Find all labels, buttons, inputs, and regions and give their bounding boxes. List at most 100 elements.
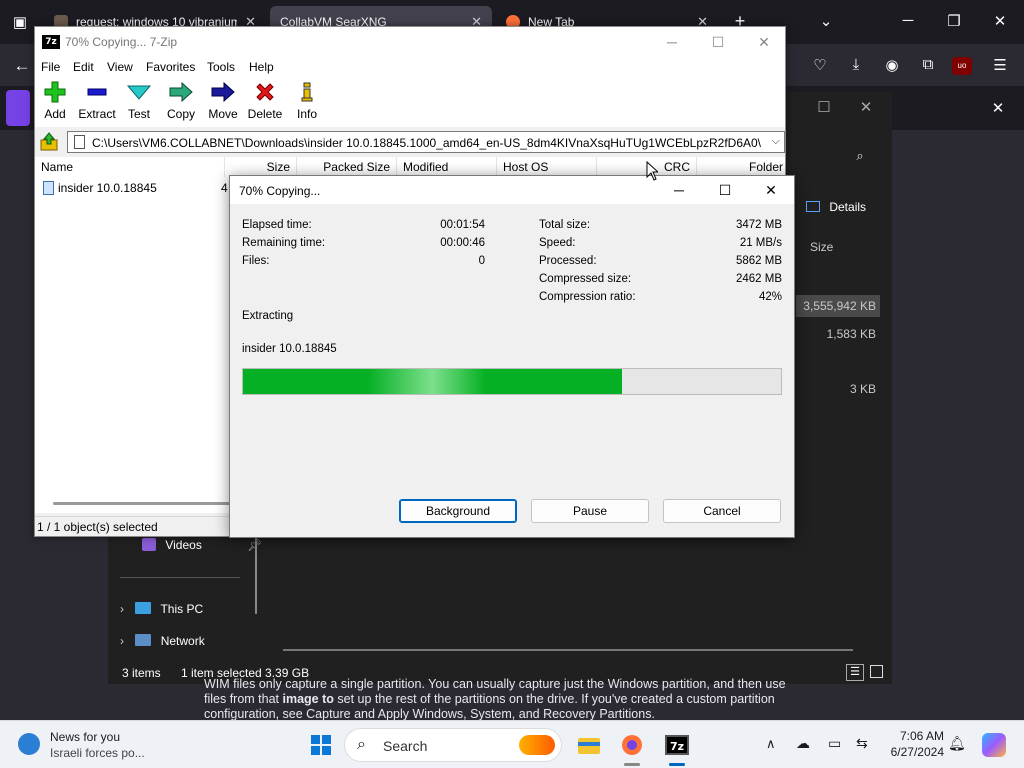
- remaining-time-value: 00:00:46: [440, 237, 485, 249]
- nav-item-this-pc[interactable]: › This PC: [120, 602, 203, 616]
- pause-button[interactable]: Pause: [531, 499, 649, 523]
- tool-label: Info: [296, 107, 317, 121]
- selection-status: 1 / 1 object(s) selected: [37, 520, 158, 534]
- minimize-button[interactable]: ─: [649, 27, 695, 57]
- maximize-button[interactable]: ☐: [702, 176, 748, 204]
- close-icon[interactable]: ✕: [856, 98, 876, 116]
- menu-edit[interactable]: Edit: [73, 60, 94, 74]
- nav-scrollbar[interactable]: [255, 538, 257, 614]
- progress-bar: [242, 368, 782, 395]
- menu-tools[interactable]: Tools: [207, 60, 235, 74]
- move-button[interactable]: Move: [200, 79, 246, 121]
- window-title: 70% Copying... 7-Zip: [65, 35, 178, 49]
- add-button[interactable]: Add: [32, 79, 78, 121]
- 7zip-titlebar: 7z 70% Copying... 7-Zip ─ ☐ ✕: [35, 27, 785, 57]
- folder-icon: [74, 135, 85, 149]
- close-button[interactable]: ✕: [748, 176, 794, 204]
- size-column-header[interactable]: Size: [810, 240, 833, 254]
- copilot-icon[interactable]: [982, 733, 1006, 757]
- close-window-icon[interactable]: ✕: [990, 12, 1010, 30]
- maximize-button[interactable]: ☐: [695, 27, 741, 57]
- chevron-down-icon[interactable]: ⌵: [772, 135, 780, 148]
- progress-fill: [243, 369, 623, 394]
- download-icon[interactable]: ⤓: [844, 56, 868, 73]
- details-view-icon[interactable]: ☰: [846, 664, 864, 681]
- background-button[interactable]: Background: [399, 499, 517, 523]
- column-header-size[interactable]: Size: [225, 157, 297, 177]
- add-icon: [32, 79, 78, 105]
- nav-item-videos[interactable]: Videos 📌︎: [142, 538, 262, 552]
- minimize-button[interactable]: ─: [656, 176, 702, 204]
- info-button[interactable]: Info: [284, 79, 330, 121]
- folder-up-icon[interactable]: [39, 132, 59, 152]
- search-highlight-icon: [519, 735, 555, 755]
- tool-label: Test: [127, 107, 150, 121]
- nav-item-network[interactable]: › Network: [120, 634, 205, 648]
- menu-favorites[interactable]: Favorites: [146, 60, 195, 74]
- chevron-up-icon[interactable]: ∧: [766, 736, 776, 752]
- extensions-icon[interactable]: ⧉: [916, 56, 940, 73]
- column-header-host-os[interactable]: Host OS: [497, 157, 597, 177]
- compression-ratio-label: Compression ratio:: [539, 291, 636, 303]
- path-input[interactable]: C:\Users\VM6.COLLABNET\Downloads\insider…: [67, 131, 785, 153]
- list-item[interactable]: insider 10.0.18845: [43, 179, 157, 197]
- cancel-button[interactable]: Cancel: [663, 499, 781, 523]
- column-header-folder[interactable]: Folder: [697, 157, 785, 177]
- chevron-down-icon[interactable]: ⌄: [816, 12, 836, 30]
- clock[interactable]: 7:06 AM 6/27/2024: [884, 729, 944, 759]
- file-size: 3 KB: [849, 382, 876, 396]
- news-widget[interactable]: News for you Israeli forces po...: [14, 727, 164, 763]
- copy-button[interactable]: Copy: [158, 79, 204, 121]
- cloud-offline-icon[interactable]: ☁: [796, 735, 810, 752]
- notification-accent: [6, 90, 30, 126]
- hscrollbar[interactable]: [283, 649, 853, 651]
- pocket-icon[interactable]: ♡: [808, 56, 832, 74]
- ublock-icon[interactable]: uo: [952, 57, 972, 75]
- horizontal-scrollbar[interactable]: [53, 502, 233, 505]
- menu-icon[interactable]: ☰: [988, 56, 1012, 74]
- search-icon: ⌕: [357, 736, 366, 753]
- file-name: insider 10.0.18845: [58, 181, 157, 195]
- search-label: Search: [383, 738, 428, 754]
- file-size: 3,555,942 KB: [803, 299, 876, 313]
- tiles-view-icon[interactable]: [870, 665, 883, 678]
- news-subtitle: Israeli forces po...: [50, 746, 145, 760]
- firefox-running-indicator: [624, 763, 640, 766]
- progress-dialog: 70% Copying... ─ ☐ ✕ Elapsed time: 00:01…: [229, 175, 795, 538]
- tab-list-icon[interactable]: ▣: [8, 13, 32, 31]
- notification-bell-icon[interactable]: 🔔︎: [948, 735, 966, 752]
- menu-view[interactable]: View: [107, 60, 133, 74]
- account-icon[interactable]: ◉: [880, 56, 904, 74]
- processed-label: Processed:: [539, 255, 597, 267]
- back-icon[interactable]: ←: [10, 56, 34, 76]
- start-button[interactable]: [306, 730, 336, 760]
- minimize-icon[interactable]: ─: [898, 12, 918, 29]
- menu-help[interactable]: Help: [249, 60, 274, 74]
- restore-icon[interactable]: ❐: [944, 12, 964, 30]
- column-header-name[interactable]: Name: [35, 157, 225, 177]
- display-icon[interactable]: ▭: [828, 735, 841, 752]
- extract-button[interactable]: Extract: [74, 79, 120, 121]
- time: 7:06 AM: [899, 729, 944, 743]
- test-button[interactable]: Test: [116, 79, 162, 121]
- delete-button[interactable]: Delete: [242, 79, 288, 121]
- network-status-icon[interactable]: ⇆: [856, 735, 868, 752]
- processed-value: 5862 MB: [735, 255, 782, 267]
- 7zip-taskbar-icon[interactable]: 7z: [662, 730, 692, 760]
- details-button[interactable]: Details: [806, 200, 866, 214]
- 7zip-running-indicator: [669, 763, 685, 766]
- search-box[interactable]: ⌕ Search: [344, 728, 562, 762]
- speed-label: Speed:: [539, 237, 576, 249]
- notification-close-icon[interactable]: ✕: [988, 99, 1008, 117]
- firefox-taskbar-icon[interactable]: [617, 730, 647, 760]
- column-header-modified[interactable]: Modified: [397, 157, 497, 177]
- date: 6/27/2024: [890, 745, 944, 759]
- tool-label: Copy: [166, 107, 195, 121]
- speed-value: 21 MB/s: [739, 237, 782, 249]
- menu-file[interactable]: File: [41, 60, 60, 74]
- search-icon[interactable]: ⌕: [850, 148, 870, 164]
- maximize-icon[interactable]: ☐: [814, 98, 834, 116]
- close-button[interactable]: ✕: [741, 27, 787, 57]
- file-explorer-taskbar-icon[interactable]: [574, 730, 604, 760]
- column-header-packed-size[interactable]: Packed Size: [297, 157, 397, 177]
